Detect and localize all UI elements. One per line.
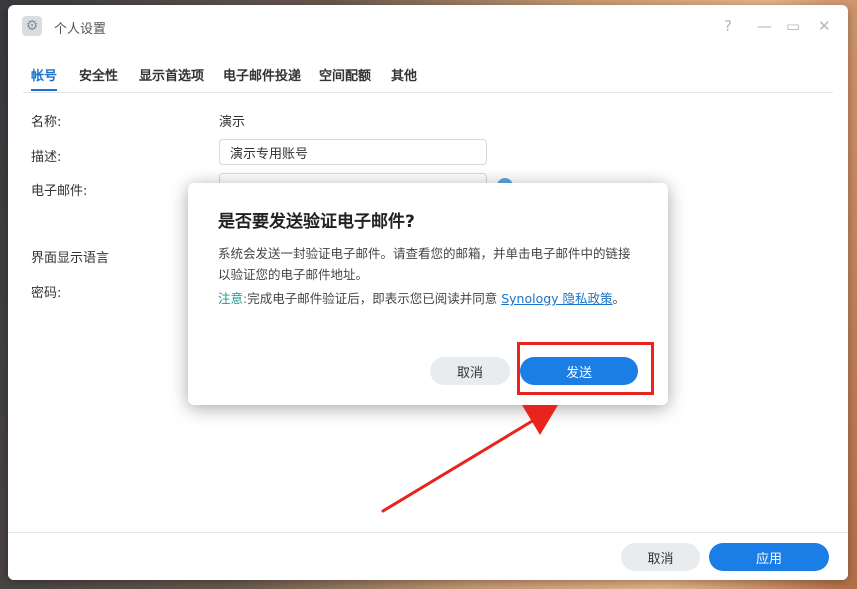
window-footer: 取消 应用 bbox=[8, 532, 848, 580]
tab-other[interactable]: 其他 bbox=[391, 65, 417, 84]
tab-email-delivery[interactable]: 电子邮件投递 bbox=[223, 65, 301, 84]
tab-security[interactable]: 安全性 bbox=[79, 65, 118, 84]
maximize-icon[interactable]: ▭ bbox=[786, 17, 800, 35]
tab-space-quota[interactable]: 空间配额 bbox=[319, 65, 371, 84]
dialog-message: 系统会发送一封验证电子邮件。请查看您的邮箱，并单击电子邮件中的链接以验证您的电子… bbox=[218, 246, 631, 282]
dialog-title: 是否要发送验证电子邮件? bbox=[218, 212, 415, 232]
name-label: 名称: bbox=[31, 115, 62, 130]
annotation-highlight-box bbox=[517, 342, 654, 395]
tab-account[interactable]: 帐号 bbox=[31, 65, 58, 91]
title-bar[interactable]: ⚙ 个人设置 ? — ▭ ✕ bbox=[8, 5, 848, 47]
privacy-policy-link[interactable]: Synology 隐私政策 bbox=[501, 291, 612, 306]
description-input[interactable] bbox=[219, 139, 487, 165]
help-icon[interactable]: ? bbox=[724, 17, 732, 35]
settings-icon: ⚙ bbox=[22, 16, 42, 36]
note-prefix: 注意: bbox=[218, 291, 248, 306]
email-label: 电子邮件: bbox=[31, 184, 88, 199]
tab-bar: 帐号 安全性 显示首选项 电子邮件投递 空间配额 其他 bbox=[23, 63, 833, 93]
dialog-cancel-button[interactable]: 取消 bbox=[430, 357, 510, 385]
apply-button[interactable]: 应用 bbox=[709, 543, 829, 571]
minimize-icon[interactable]: — bbox=[757, 17, 772, 35]
note-text: 完成电子邮件验证后，即表示您已阅读并同意 bbox=[247, 291, 502, 306]
dialog-note: 注意:完成电子邮件验证后，即表示您已阅读并同意 Synology 隐私政策。 bbox=[218, 288, 638, 309]
language-label: 界面显示语言 bbox=[31, 251, 110, 266]
description-label: 描述: bbox=[31, 150, 62, 165]
name-value: 演示 bbox=[219, 115, 246, 130]
window-title: 个人设置 bbox=[54, 22, 107, 37]
close-icon[interactable]: ✕ bbox=[818, 17, 831, 35]
password-label: 密码: bbox=[31, 286, 62, 301]
note-suffix: 。 bbox=[612, 291, 626, 306]
cancel-button[interactable]: 取消 bbox=[621, 543, 700, 571]
tab-display-preferences[interactable]: 显示首选项 bbox=[139, 65, 204, 84]
